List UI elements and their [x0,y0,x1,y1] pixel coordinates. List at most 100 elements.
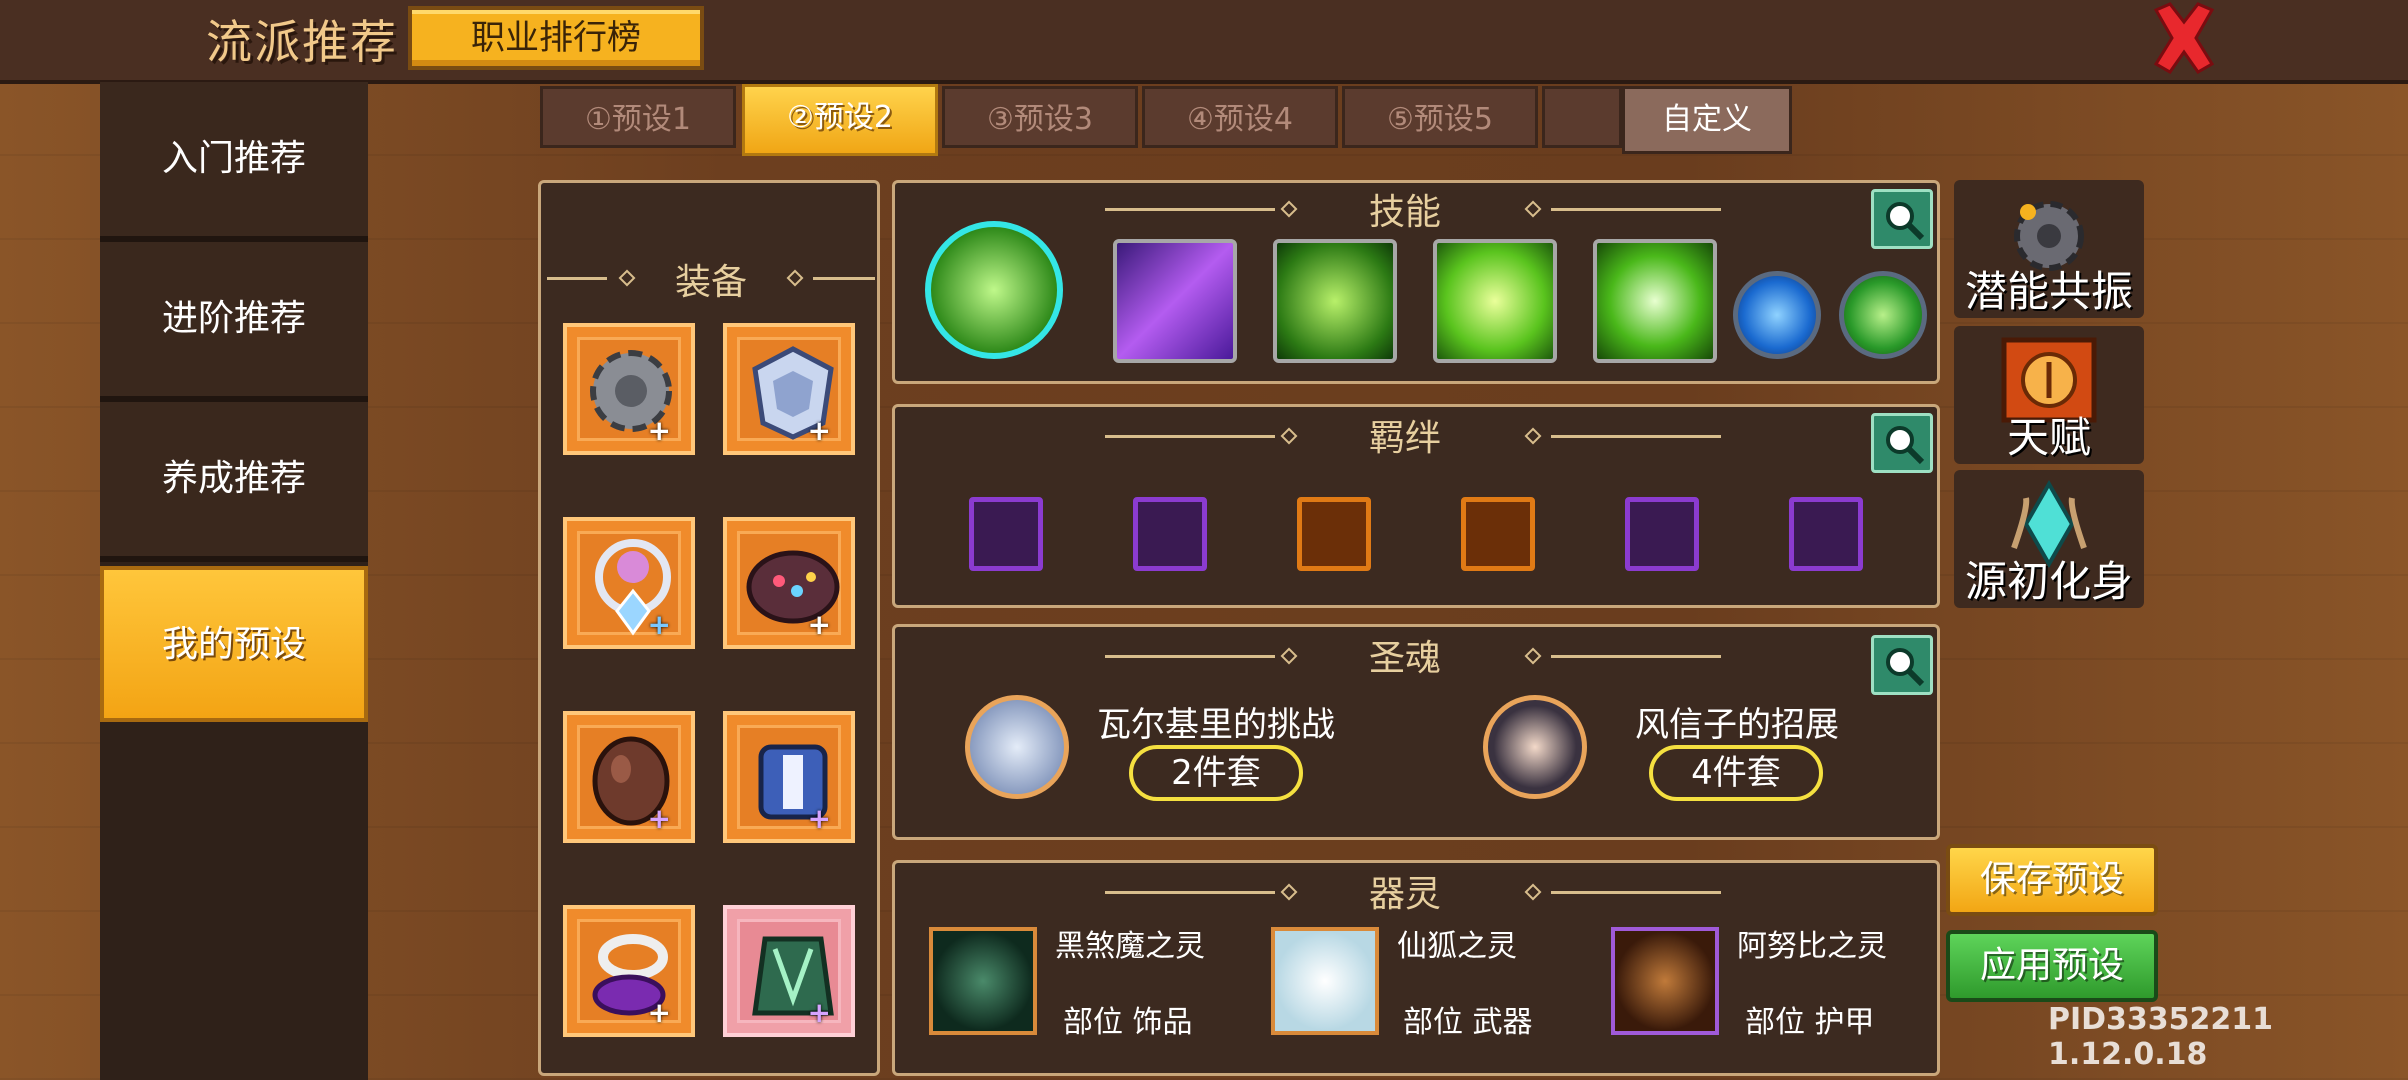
magnifier-icon [1886,426,1925,465]
nav-item-my-presets[interactable]: 我的预设 [100,566,368,722]
soul-portrait-valkyrie[interactable] [965,695,1069,799]
plus-icon: + [807,608,831,641]
origin-avatar-button[interactable]: 源初化身 [1954,470,2144,608]
divider-ornament [1280,427,1298,445]
equip-slot-belt[interactable]: + [723,711,855,843]
divider-ornament [1280,200,1298,218]
divider [1105,655,1275,658]
divider [547,277,607,280]
divider [1105,891,1275,894]
potential-resonance-button[interactable]: 潜能共振 [1954,180,2144,318]
spirit-slot-2: 部位 武器 [1403,1005,1533,1040]
bracer-icon [746,550,840,624]
equip-slot-necklace[interactable]: + [563,517,695,649]
bond-slot-2[interactable] [1133,497,1207,571]
souls-panel: 圣魂 瓦尔基里的挑战 2件套 风信子的招展 4件套 [892,624,1940,840]
soul-name-1: 瓦尔基里的挑战 [1097,705,1335,745]
equip-slot-weapon[interactable]: + [563,323,695,455]
origin-avatar-label: 源初化身 [1964,557,2133,606]
divider-ornament [1524,427,1542,445]
plus-icon: + [807,802,831,835]
nav-item-beginner[interactable]: 入门推荐 [100,82,368,242]
equip-slot-cloak[interactable]: + [723,905,855,1037]
soul-name-2: 风信子的招展 [1635,705,1839,745]
talent-button[interactable]: 天赋 [1954,326,2144,464]
spirits-title: 器灵 [1368,874,1441,915]
apply-preset-button[interactable]: 应用预设 [1946,930,2158,1002]
divider [1551,891,1721,894]
cloak-icon [752,936,834,1016]
version-label: PID33352211 1.12.0.18 [2048,1002,2274,1072]
plus-icon: + [807,414,831,447]
magnifier-icon [1886,648,1925,687]
close-icon [2153,2,2215,74]
equip-slot-boots[interactable]: + [563,711,695,843]
plus-icon: + [647,802,671,835]
souls-zoom-button[interactable] [1871,635,1933,695]
divider-ornament [1524,647,1542,665]
passive-skill-2[interactable] [1839,271,1927,359]
skills-panel: 技能 [892,180,1940,384]
skill-slot-3[interactable] [1433,239,1557,363]
save-preset-button[interactable]: 保存预设 [1946,844,2158,916]
spirits-panel: 器灵 黑煞魔之灵 部位 饰品 仙狐之灵 部位 武器 阿努比之灵 部位 护甲 [892,860,1940,1076]
skill-slot-4[interactable] [1593,239,1717,363]
divider [1551,208,1721,211]
stone-icon [592,736,670,826]
potential-resonance-label: 潜能共振 [1964,267,2133,316]
divider [1551,435,1721,438]
passive-skill-1[interactable] [1733,271,1821,359]
bonds-title: 羁绊 [1368,418,1441,459]
soul-portrait-hyacinth[interactable] [1483,695,1587,799]
necklace-icon [595,539,671,636]
tab-custom[interactable]: 自定义 [1622,86,1792,154]
skill-slot-2[interactable] [1273,239,1397,363]
tab-preset-4[interactable]: ④预设4 [1142,86,1338,148]
rank-button[interactable]: 职业排行榜 [408,6,704,70]
divider-ornament [1524,883,1542,901]
close-button[interactable] [2144,0,2224,76]
bond-slot-4[interactable] [1461,497,1535,571]
spirit-image-3[interactable] [1611,927,1719,1035]
plus-icon: + [647,996,671,1029]
spirit-image-2[interactable] [1271,927,1379,1035]
divider [1551,655,1721,658]
spirit-name-3: 阿努比之灵 [1737,929,1887,964]
bond-slot-6[interactable] [1789,497,1863,571]
tab-preset-2[interactable]: ②预设2 [742,84,938,156]
spirit-slot-1: 部位 饰品 [1063,1005,1193,1040]
skills-zoom-button[interactable] [1871,189,1933,249]
tab-empty [1542,86,1622,148]
page-title: 流派推荐 [206,15,398,69]
tab-preset-3[interactable]: ③预设3 [942,86,1138,148]
spirit-image-1[interactable] [929,927,1037,1035]
spirit-name-2: 仙狐之灵 [1397,929,1517,964]
equipment-title: 装备 [674,262,747,303]
bonds-zoom-button[interactable] [1871,413,1933,473]
tab-preset-1[interactable]: ①预设1 [540,86,736,148]
equip-slot-ring[interactable]: + [563,905,695,1037]
bond-slot-3[interactable] [1297,497,1371,571]
bond-slot-5[interactable] [1625,497,1699,571]
shield-icon [752,346,834,440]
bond-slot-1[interactable] [969,497,1043,571]
plus-icon: + [807,996,831,1029]
tab-preset-5[interactable]: ⑤预设5 [1342,86,1538,148]
divider [1105,435,1275,438]
skill-ultimate[interactable] [925,221,1063,359]
divider-ornament [618,269,636,287]
divider-ornament [1524,200,1542,218]
equipment-panel: 装备 + + + + + + + + [538,180,880,1076]
divider [813,277,875,280]
equip-slot-bracer[interactable]: + [723,517,855,649]
nav-item-advanced[interactable]: 进阶推荐 [100,242,368,402]
equip-slot-armor[interactable]: + [723,323,855,455]
soul-set-badge-1: 2件套 [1129,745,1303,801]
spirit-name-1: 黑煞魔之灵 [1055,929,1205,964]
plus-icon: + [647,414,671,447]
divider [1105,208,1275,211]
nav-item-growth[interactable]: 养成推荐 [100,402,368,562]
armor-icon [758,744,828,820]
talent-label: 天赋 [2006,413,2091,462]
skill-slot-1[interactable] [1113,239,1237,363]
